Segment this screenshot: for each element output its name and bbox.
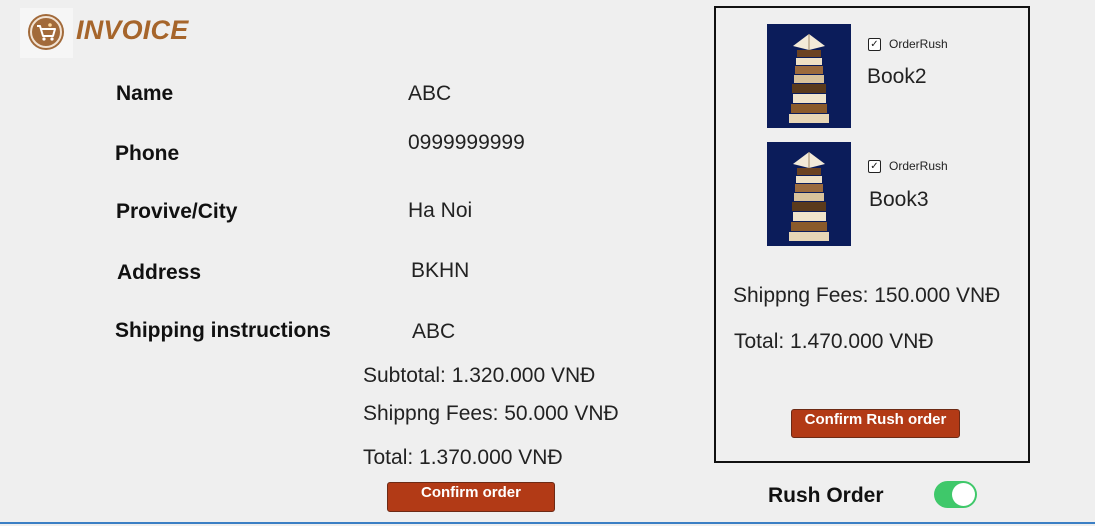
book-name: Book3 bbox=[869, 188, 929, 211]
subtotal-text: Subtotal: 1.320.000 VNĐ bbox=[363, 364, 596, 387]
address-label: Address bbox=[117, 261, 202, 284]
book-image bbox=[767, 24, 851, 128]
shipping-instructions-label: Shipping instructions bbox=[115, 319, 331, 342]
confirm-order-button[interactable]: Confirm order bbox=[387, 482, 555, 512]
cart-icon bbox=[28, 14, 64, 50]
rush-shipping-fees-text: Shippng Fees: 150.000 VNĐ bbox=[733, 284, 1001, 307]
shipping-instructions-value: ABC bbox=[412, 320, 456, 343]
book-image bbox=[767, 142, 851, 246]
city-label: Provive/City bbox=[116, 200, 238, 223]
address-value: BKHN bbox=[411, 259, 470, 282]
rush-order-toggle[interactable] bbox=[934, 481, 977, 508]
toggle-knob bbox=[952, 483, 975, 506]
name-value: ABC bbox=[408, 82, 452, 105]
rush-total-text: Total: 1.470.000 VNĐ bbox=[734, 330, 934, 353]
orderrush-checkbox-book3[interactable]: ✓ bbox=[868, 160, 881, 173]
shipping-fees-text: Shippng Fees: 50.000 VNĐ bbox=[363, 402, 619, 425]
confirm-rush-order-button[interactable]: Confirm Rush order bbox=[791, 409, 960, 438]
orderrush-label: OrderRush bbox=[889, 37, 948, 51]
phone-label: Phone bbox=[115, 142, 180, 165]
orderrush-checkbox-book2[interactable]: ✓ bbox=[868, 38, 881, 51]
city-value: Ha Noi bbox=[408, 199, 473, 222]
rush-order-label: Rush Order bbox=[768, 484, 884, 507]
total-text: Total: 1.370.000 VNĐ bbox=[363, 446, 563, 469]
book-name: Book2 bbox=[867, 65, 927, 88]
bottom-divider bbox=[0, 522, 1095, 524]
page-title: INVOICE bbox=[76, 15, 189, 45]
orderrush-label: OrderRush bbox=[889, 159, 948, 173]
phone-value: 0999999999 bbox=[408, 131, 525, 154]
name-label: Name bbox=[116, 82, 174, 105]
